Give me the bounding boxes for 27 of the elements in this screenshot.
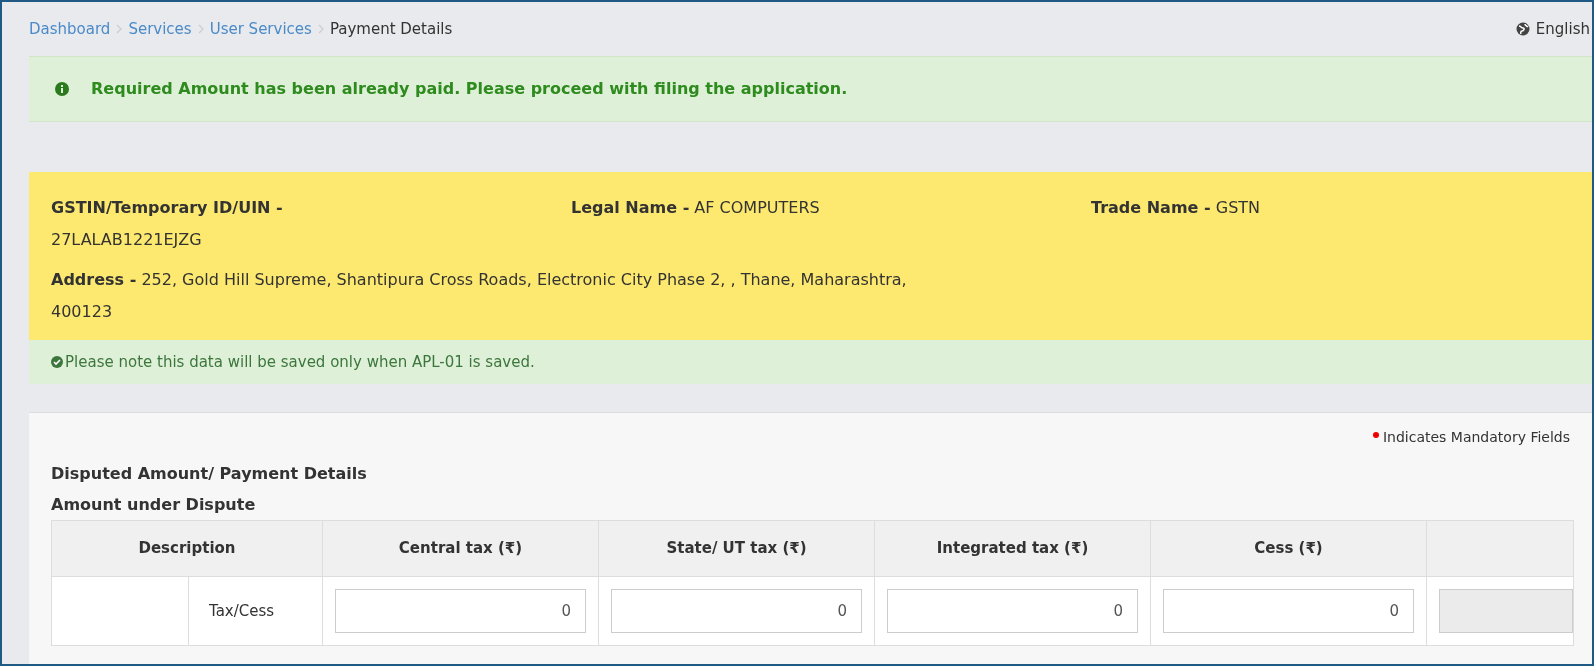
note-text: Please note this data will be saved only when APL-01 is saved. xyxy=(65,351,535,373)
check-circle-icon xyxy=(51,356,63,368)
amount-field[interactable]: 0 xyxy=(1163,589,1414,633)
field-text: Trade Name - GSTN xyxy=(1091,197,1262,219)
address-text: Address - 252, Gold Hill Supreme, Shantipura Cross Roads, Electronic City Phase 2, , Thane, Maharashtra, 400123 xyxy=(51,269,908,323)
column-header: Cess (₹) xyxy=(1150,520,1427,577)
breadcrumb-current: Payment Details xyxy=(329,18,453,40)
column-header: Description xyxy=(51,520,323,577)
chevron-icon xyxy=(116,24,123,34)
language-selector[interactable]: English xyxy=(1535,17,1590,41)
mandatory-note: Indicates Mandatory Fields xyxy=(1382,428,1570,447)
amount-field[interactable]: 0 xyxy=(611,589,862,633)
column-header: Integrated tax (₹) xyxy=(874,520,1151,577)
field-text: GSTIN/Temporary ID/UIN - 27LALAB1221EJZG xyxy=(51,197,284,251)
alert-message: Required Amount has been already paid. Please proceed with filing the application. xyxy=(91,78,848,100)
section-title: Disputed Amount/ Payment Details xyxy=(51,463,368,485)
amount-field[interactable]: 0 xyxy=(335,589,586,633)
row-label: Tax/Cess xyxy=(209,600,275,622)
amount-field[interactable]: 0 xyxy=(887,589,1138,633)
chevron-icon xyxy=(197,24,204,34)
info-icon xyxy=(55,82,69,96)
globe-icon xyxy=(1515,22,1530,36)
subsection-title: Amount under Dispute xyxy=(51,494,257,516)
field-text: Legal Name - AF COMPUTERS xyxy=(571,197,821,219)
chevron-icon xyxy=(317,24,324,34)
column-header: State/ UT tax (₹) xyxy=(598,520,875,577)
column-header: Central tax (₹) xyxy=(322,520,599,577)
